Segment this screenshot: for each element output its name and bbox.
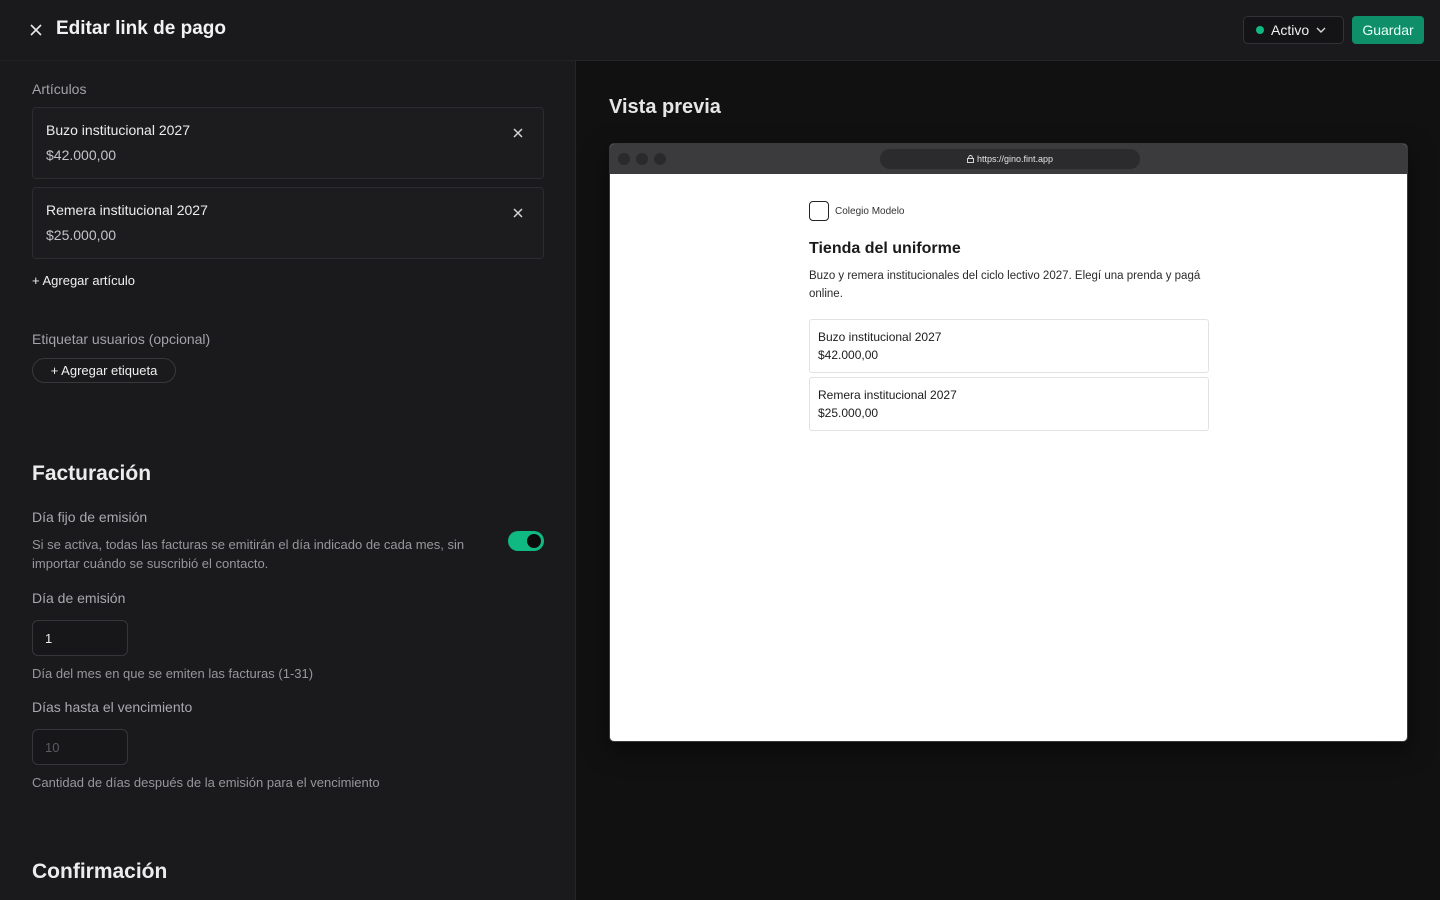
status-dot-icon bbox=[1256, 26, 1264, 34]
store-title: Tienda del uniforme bbox=[809, 240, 961, 257]
remove-icon[interactable] bbox=[509, 204, 527, 222]
fixed-day-toggle[interactable] bbox=[508, 531, 544, 551]
lock-icon bbox=[967, 155, 974, 163]
remove-icon[interactable] bbox=[509, 124, 527, 142]
org-logo bbox=[809, 201, 829, 221]
articles-label: Artículos bbox=[32, 81, 87, 97]
product-price: $25.000,00 bbox=[818, 406, 879, 420]
article-price: $25.000,00 bbox=[46, 227, 117, 243]
org-header: Colegio Modelo bbox=[809, 201, 905, 221]
store-description: Buzo y remera institucionales del ciclo … bbox=[809, 270, 1201, 300]
url-text: https://gino.fint.app bbox=[976, 154, 1054, 164]
browser-toolbar: https://gino.fint.app bbox=[610, 144, 1407, 174]
billing-heading: Facturación bbox=[32, 462, 152, 485]
product-name: Remera institucional 2027 bbox=[818, 388, 957, 402]
page-title: Editar link de pago bbox=[56, 18, 226, 39]
close-icon[interactable] bbox=[24, 18, 48, 42]
tags-label: Etiquetar usuarios (opcional) bbox=[32, 331, 211, 347]
product-card[interactable]: Buzo institucional 2027 $42.000,00 bbox=[809, 319, 1209, 373]
add-article-link[interactable]: + Agregar artículo bbox=[32, 273, 135, 288]
article-name: Remera institucional 2027 bbox=[46, 202, 208, 218]
product-name: Buzo institucional 2027 bbox=[818, 330, 942, 344]
window-dot-icon bbox=[654, 153, 666, 165]
fixed-day-label: Día fijo de emisión bbox=[32, 509, 148, 525]
article-card: Remera institucional 2027 $25.000,00 bbox=[32, 187, 544, 259]
preview-panel: Vista previa https://gino.fint.app Coleg… bbox=[577, 61, 1440, 900]
due-days-input[interactable] bbox=[32, 729, 128, 765]
add-tag-button[interactable]: + Agregar etiqueta bbox=[32, 358, 176, 383]
browser-preview: https://gino.fint.app Colegio Modelo Tie… bbox=[609, 143, 1408, 742]
due-days-help: Cantidad de días después de la emisión p… bbox=[32, 775, 380, 790]
status-dropdown[interactable]: Activo bbox=[1243, 16, 1344, 44]
window-dot-icon bbox=[636, 153, 648, 165]
org-name: Colegio Modelo bbox=[835, 205, 905, 217]
status-label: Activo bbox=[1271, 22, 1310, 38]
edit-form-panel: Artículos Buzo institucional 2027 $42.00… bbox=[0, 61, 576, 900]
confirmation-heading: Confirmación bbox=[32, 860, 168, 883]
article-card: Buzo institucional 2027 $42.000,00 bbox=[32, 107, 544, 179]
url-bar: https://gino.fint.app bbox=[880, 149, 1140, 169]
product-card[interactable]: Remera institucional 2027 $25.000,00 bbox=[809, 377, 1209, 431]
chevron-down-icon bbox=[1316, 27, 1326, 33]
issue-day-help: Día del mes en que se emiten las factura… bbox=[32, 666, 314, 681]
product-price: $42.000,00 bbox=[818, 348, 879, 362]
article-name: Buzo institucional 2027 bbox=[46, 122, 190, 138]
top-bar: Editar link de pago Activo Guardar bbox=[0, 0, 1440, 61]
toggle-knob bbox=[527, 534, 541, 548]
window-dot-icon bbox=[618, 153, 630, 165]
due-days-label: Días hasta el vencimiento bbox=[32, 699, 193, 715]
issue-day-label: Día de emisión bbox=[32, 590, 126, 606]
preview-title: Vista previa bbox=[609, 96, 721, 118]
fixed-day-help: Si se activa, todas las facturas se emit… bbox=[32, 537, 465, 571]
issue-day-input[interactable] bbox=[32, 620, 128, 656]
save-button[interactable]: Guardar bbox=[1352, 16, 1424, 44]
article-price: $42.000,00 bbox=[46, 147, 117, 163]
